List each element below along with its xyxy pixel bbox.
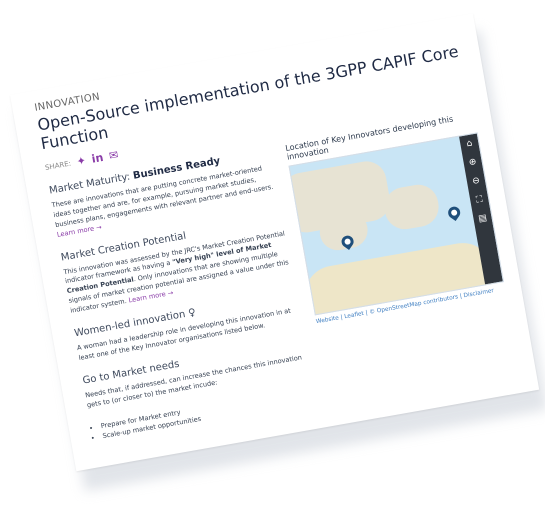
key-innovators-map[interactable]: ⌂ ⊕ ⊖ ⛶ ▤ [288,132,504,316]
twitter-icon[interactable]: ✦ [76,154,87,168]
map-column: Location of Key Innovators developing th… [285,111,518,402]
innovation-card: INNOVATION Open-Source implementation of… [10,13,540,472]
details-column: Market Maturity: Business Ready These ar… [48,146,316,443]
share-label: SHARE: [44,159,72,172]
map-marker-icon[interactable] [445,204,463,222]
zoom-in-icon[interactable]: ⊕ [468,157,477,168]
balkans-italy-landmass [381,181,442,233]
fullscreen-icon[interactable]: ⛶ [475,195,483,206]
female-symbol-icon: ♀ [187,307,197,320]
home-icon[interactable]: ⌂ [466,139,473,150]
innovation-content: INNOVATION Open-Source implementation of… [34,28,517,443]
print-icon[interactable]: ▤ [478,213,488,224]
email-icon[interactable]: ✉ [108,148,119,162]
linkedin-icon[interactable]: in [91,151,105,166]
zoom-out-icon[interactable]: ⊖ [471,176,480,187]
